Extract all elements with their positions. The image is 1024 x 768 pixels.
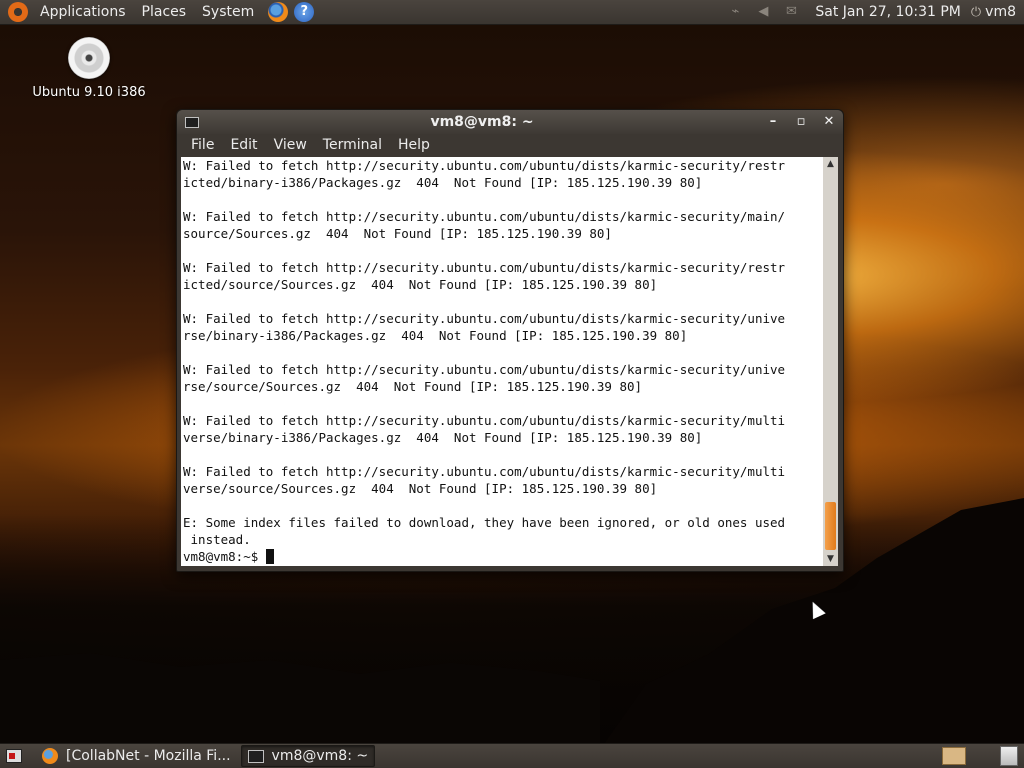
terminal-line [181, 446, 823, 463]
menu-help[interactable]: Help [390, 137, 438, 153]
mail-icon[interactable]: ✉ [782, 3, 800, 21]
terminal-prompt-line[interactable]: vm8@vm8:~$ [181, 548, 823, 565]
text-cursor [265, 549, 274, 564]
trash-icon[interactable] [1000, 746, 1018, 766]
user-name: vm8 [985, 4, 1016, 20]
desktop-icon-ubuntu-disc[interactable]: Ubuntu 9.10 i386 [24, 37, 154, 100]
firefox-launcher-icon[interactable] [268, 2, 289, 22]
taskbar-item-label: vm8@vm8: ~ [271, 748, 369, 764]
menu-applications[interactable]: Applications [32, 0, 134, 24]
terminal-line [181, 344, 823, 361]
terminal-icon [247, 749, 264, 763]
terminal-line: source/Sources.gz 404 Not Found [IP: 185… [183, 226, 612, 241]
terminal-line [181, 293, 823, 310]
menu-terminal[interactable]: Terminal [315, 137, 390, 153]
terminal-line: rse/source/Sources.gz 404 Not Found [IP:… [183, 379, 643, 394]
minimize-button[interactable]: – [762, 113, 784, 131]
terminal-line [181, 497, 823, 514]
menu-file[interactable]: File [183, 137, 222, 153]
taskbar-item-firefox[interactable]: [CollabNet - Mozilla Fi... [36, 746, 237, 766]
scrollbar-thumb[interactable] [825, 502, 836, 550]
terminal-line: W: Failed to fetch http://security.ubunt… [183, 464, 786, 479]
terminal-line: verse/source/Sources.gz 404 Not Found [I… [183, 481, 658, 496]
terminal-window: vm8@vm8: ~ – ▫ ✕ File Edit View Terminal… [176, 109, 844, 572]
terminal-line: E: Some index files failed to download, … [183, 515, 786, 530]
window-titlebar[interactable]: vm8@vm8: ~ – ▫ ✕ [177, 110, 843, 134]
terminal-line: instead. [183, 532, 251, 547]
close-button[interactable]: ✕ [818, 113, 840, 131]
maximize-button[interactable]: ▫ [790, 113, 812, 131]
show-desktop-button[interactable] [6, 749, 22, 763]
terminal-line: icted/binary-i386/Packages.gz 404 Not Fo… [183, 175, 703, 190]
terminal-line [181, 395, 823, 412]
user-menu[interactable]: ⏻ vm8 [971, 4, 1024, 20]
terminal-line: rse/binary-i386/Packages.gz 404 Not Foun… [183, 328, 688, 343]
terminal-lines: W: Failed to fetch http://security.ubunt… [181, 157, 823, 548]
terminal-line: W: Failed to fetch http://security.ubunt… [183, 311, 786, 326]
firefox-icon [42, 748, 58, 764]
terminal-line: W: Failed to fetch http://security.ubunt… [183, 209, 786, 224]
terminal-output[interactable]: W: Failed to fetch http://security.ubunt… [181, 157, 823, 566]
terminal-line: W: Failed to fetch http://security.ubunt… [183, 413, 786, 428]
terminal-line: W: Failed to fetch http://security.ubunt… [183, 362, 786, 377]
network-icon[interactable]: ⌁ [726, 3, 744, 21]
terminal-line [181, 242, 823, 259]
terminal-line: W: Failed to fetch http://security.ubunt… [183, 260, 786, 275]
window-title: vm8@vm8: ~ [430, 114, 534, 130]
menu-places[interactable]: Places [134, 0, 195, 24]
scroll-up-arrow-icon[interactable]: ▲ [823, 157, 838, 171]
power-icon: ⏻ [970, 4, 982, 20]
desktop-icon-label: Ubuntu 9.10 i386 [32, 85, 146, 100]
terminal-line: verse/binary-i386/Packages.gz 404 Not Fo… [183, 430, 703, 445]
terminal-scrollbar[interactable]: ▲ ▼ [823, 157, 838, 566]
window-menubar: File Edit View Terminal Help [177, 134, 843, 156]
taskbar-item-terminal[interactable]: vm8@vm8: ~ [240, 745, 376, 767]
disc-icon [68, 37, 110, 79]
clock[interactable]: Sat Jan 27, 10:31 PM [805, 4, 970, 20]
menu-edit[interactable]: Edit [222, 137, 265, 153]
terminal-line: icted/source/Sources.gz 404 Not Found [I… [183, 277, 658, 292]
top-panel: Applications Places System ? ⌁ ◀ ✉ Sat J… [0, 0, 1024, 25]
menu-system[interactable]: System [194, 0, 262, 24]
terminal-icon [185, 116, 199, 128]
volume-icon[interactable]: ◀ [754, 3, 772, 21]
bottom-panel: [CollabNet - Mozilla Fi... vm8@vm8: ~ [0, 743, 1024, 768]
shell-prompt: vm8@vm8:~$ [183, 549, 266, 564]
workspace-switcher[interactable] [942, 747, 966, 765]
menu-view[interactable]: View [266, 137, 315, 153]
scroll-down-arrow-icon[interactable]: ▼ [823, 552, 838, 566]
main-menu: Applications Places System ? [0, 0, 315, 24]
panel-tray: ⌁ ◀ ✉ Sat Jan 27, 10:31 PM ⏻ vm8 [721, 0, 1024, 24]
ubuntu-logo-icon[interactable] [8, 2, 28, 22]
help-icon[interactable]: ? [294, 2, 315, 22]
terminal-line [181, 191, 823, 208]
terminal-line: W: Failed to fetch http://security.ubunt… [183, 158, 786, 173]
taskbar-item-label: [CollabNet - Mozilla Fi... [66, 748, 231, 764]
